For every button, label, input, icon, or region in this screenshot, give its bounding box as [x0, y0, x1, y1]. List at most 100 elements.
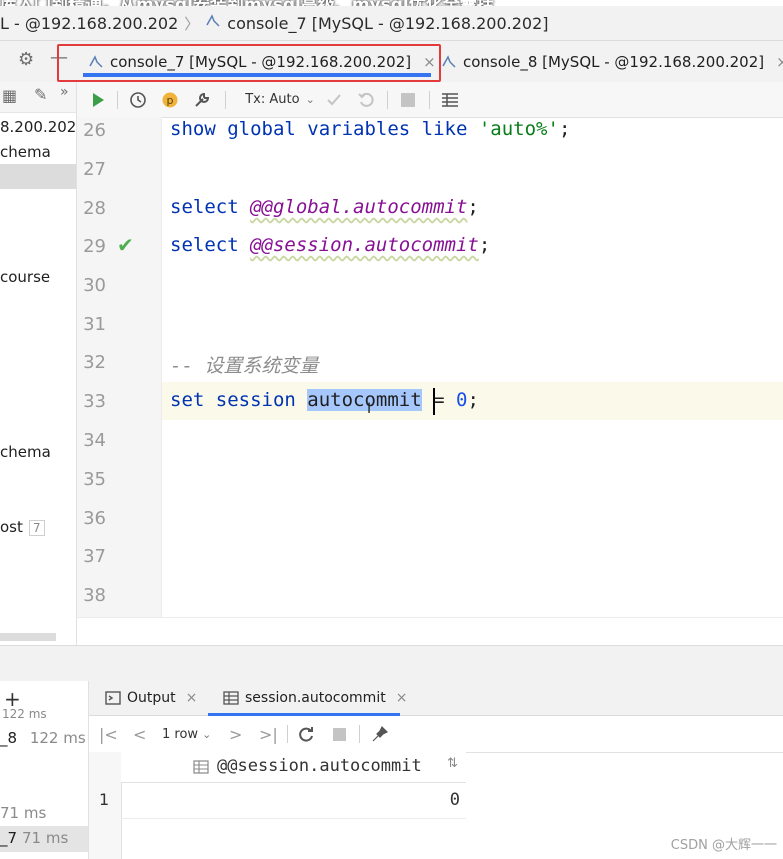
rollback-icon[interactable]: [355, 82, 377, 117]
transaction-mode-dropdown[interactable]: Tx: Auto ⌄: [240, 82, 320, 117]
tree-item-schema[interactable]: chema: [0, 143, 51, 161]
code-punctuation: ;: [467, 196, 479, 218]
tree-item-host-2[interactable]: ost 7: [0, 518, 45, 536]
row-count-dropdown[interactable]: 1 row ⌄: [162, 716, 211, 752]
transaction-mode-label: Tx: Auto: [245, 92, 300, 107]
run-icon[interactable]: [87, 82, 109, 117]
line-number: 32: [83, 352, 106, 373]
service-item-console-8[interactable]: _8 122 ms: [0, 729, 86, 747]
explorer-toolbar: ▦ ✎ »: [0, 82, 76, 113]
toolbar-divider: [117, 91, 118, 109]
tree-item-selected[interactable]: [0, 164, 76, 189]
explain-icon[interactable]: p: [159, 82, 181, 117]
settings-wrench-icon[interactable]: [191, 82, 213, 117]
service-time-partial: 122 ms: [2, 707, 47, 721]
code-keyword: show global variables like: [170, 118, 479, 140]
code-keyword: set session: [170, 389, 308, 411]
toolbar-divider: [429, 91, 430, 109]
chevron-down-icon: ⌄: [202, 727, 212, 741]
close-icon[interactable]: ×: [186, 690, 198, 706]
tree-item-course[interactable]: course: [0, 268, 50, 286]
tab-session-autocommit[interactable]: session.autocommit ×: [223, 681, 407, 715]
toolbar-divider: [387, 91, 388, 109]
sort-icon[interactable]: ⇅: [447, 756, 458, 771]
refresh-icon[interactable]: [297, 716, 315, 752]
code-line-32[interactable]: -- 设置系统变量: [170, 351, 318, 378]
code-keyword: select: [170, 196, 251, 218]
table-icon[interactable]: ▦: [2, 86, 17, 105]
code-line-28[interactable]: select @@global.autocommit;: [170, 196, 479, 218]
code-line-26[interactable]: show global variables like 'auto%';: [170, 118, 570, 140]
line-number: 38: [83, 585, 106, 606]
line-number: 29: [83, 236, 106, 257]
toolbar-divider: [225, 91, 226, 109]
close-icon[interactable]: ×: [396, 690, 408, 706]
more-icon[interactable]: »: [60, 84, 69, 100]
history-icon[interactable]: [127, 82, 149, 117]
output-icon: [105, 691, 121, 705]
grid-column-header[interactable]: @@session.autocommit ⇅: [121, 752, 466, 783]
code-comment: -- 设置系统变量: [170, 355, 319, 377]
line-number: 37: [83, 546, 106, 567]
chevron-down-icon: ⌄: [305, 93, 315, 106]
service-time: 71 ms: [22, 829, 69, 847]
cell-value: 0: [449, 790, 460, 810]
first-page-icon[interactable]: |<: [99, 716, 118, 752]
last-page-icon[interactable]: >|: [259, 716, 278, 752]
service-label: _8: [0, 729, 18, 747]
panel-splitter[interactable]: [0, 645, 783, 682]
count-badge: 7: [28, 520, 45, 536]
tab-label: session.autocommit: [245, 690, 386, 706]
stop-icon[interactable]: [333, 716, 346, 752]
tree-item-host[interactable]: 8.200.202: [0, 118, 76, 136]
console-icon: [205, 13, 221, 33]
column-table-icon: [193, 759, 209, 778]
annotation-highlight-box: [57, 44, 441, 82]
line-number: 30: [83, 275, 106, 296]
code-string: 'auto%': [478, 118, 559, 140]
service-time: 122 ms: [29, 729, 86, 747]
tab-output[interactable]: Output ×: [105, 681, 197, 715]
editor-toolbar: p Tx: Auto ⌄: [77, 82, 783, 118]
code-line-29[interactable]: select @@session.autocommit;: [170, 234, 490, 256]
service-item-console-7[interactable]: _7 71 ms: [0, 826, 88, 852]
line-number: 33: [83, 391, 106, 412]
services-panel: + 122 ms _8 122 ms 71 ms _7 71 ms: [0, 681, 89, 859]
scrollbar[interactable]: [0, 633, 56, 641]
next-page-icon[interactable]: >: [229, 716, 242, 752]
commit-icon[interactable]: [323, 82, 345, 117]
column-header-label: @@session.autocommit: [217, 756, 422, 776]
code-punctuation: ;: [467, 389, 479, 411]
gear-icon[interactable]: ⚙: [18, 49, 34, 70]
execution-success-icon: ✔: [117, 233, 134, 257]
line-number: 35: [83, 469, 106, 490]
service-time-partial: 71 ms: [0, 804, 47, 822]
edit-icon[interactable]: ✎: [34, 85, 47, 104]
line-number: 31: [83, 314, 106, 335]
svg-text:p: p: [167, 94, 174, 107]
breadcrumb: L - @192.168.200.202 〉 console_7 [MySQL …: [0, 6, 783, 41]
result-toolbar: |< < 1 row ⌄ > >|: [89, 716, 783, 753]
tree-item-label: ost: [0, 518, 23, 536]
code-operator: =: [421, 389, 456, 411]
breadcrumb-item-console[interactable]: console_7 [MySQL - @192.168.200.202]: [227, 14, 548, 33]
row-number: 1: [99, 790, 110, 809]
table-icon: [223, 691, 239, 705]
previous-page-icon[interactable]: <: [133, 716, 146, 752]
grid-icon[interactable]: [439, 82, 461, 117]
tab-console-8[interactable]: console_8 [MySQL - @192.168.200.202] ×: [441, 41, 783, 82]
console-icon: [441, 54, 457, 70]
pin-icon[interactable]: [371, 716, 389, 752]
selected-text: autocommit: [307, 389, 422, 411]
tab-label: Output: [127, 690, 176, 706]
stop-icon[interactable]: [397, 82, 419, 117]
breadcrumb-item-datasource[interactable]: L - @192.168.200.202: [0, 14, 178, 33]
text-cursor: [433, 388, 435, 415]
result-tabs: Output × session.autocommit ×: [89, 681, 783, 716]
grid-row[interactable]: 0: [121, 782, 466, 819]
close-icon[interactable]: ×: [776, 53, 783, 71]
tree-item-schema-2[interactable]: chema: [0, 443, 51, 461]
mouse-ibeam-cursor: I: [367, 401, 372, 417]
row-count-label: 1 row: [162, 726, 199, 742]
service-label: _7: [0, 829, 18, 847]
